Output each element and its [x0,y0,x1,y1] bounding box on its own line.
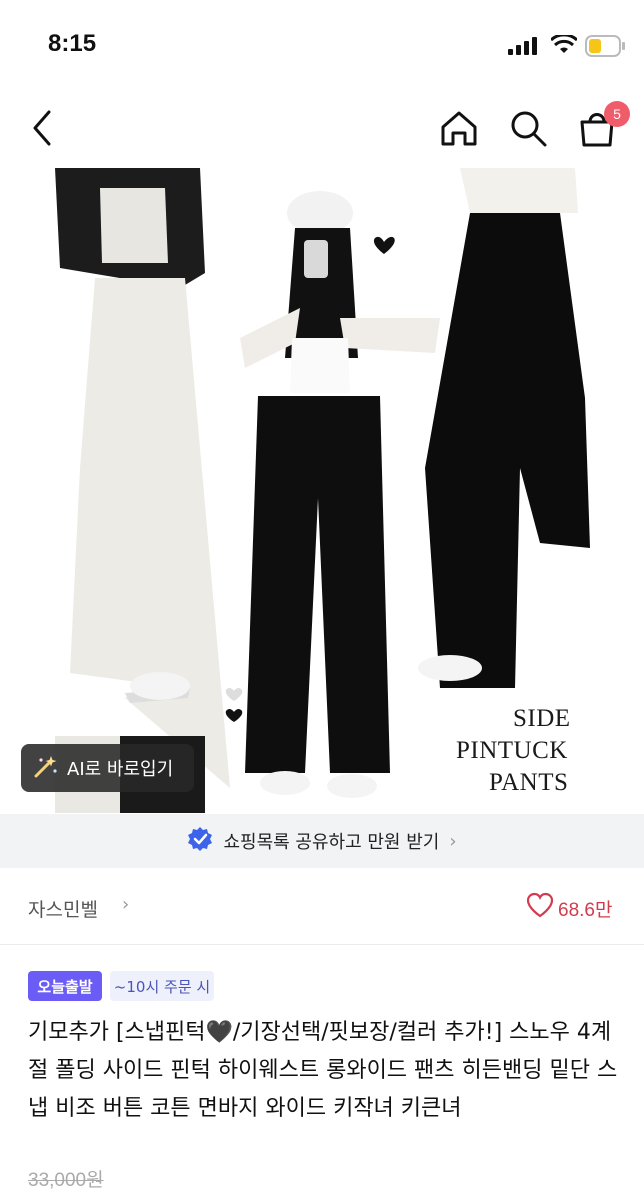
overlay-text-side: SIDE [513,705,571,732]
cart-count-badge: 5 [604,101,630,127]
back-icon[interactable] [24,106,60,150]
product-image[interactable]: SIDE PINTUCK PANTS [0,168,644,813]
status-time: 8:15 [48,30,97,57]
share-banner-label: 쇼핑목록 공유하고 만원 받기 [223,832,440,853]
wifi-icon [549,33,579,59]
chevron-right-icon: › [122,894,130,915]
product-title: 기모추가 [스냅핀턱🖤/기장선택/핏보장/컬러 추가!] 스노우 4계절 폴딩 … [28,1020,618,1121]
order-cutoff-badge: ~10시 주문 시 [110,971,214,1001]
search-icon[interactable] [506,106,550,150]
overlay-text-pants: PANTS [489,769,569,796]
magic-wand-icon [33,754,59,783]
same-day-shipping-badge: 오늘출발 [28,971,102,1001]
status-bar [0,0,644,95]
like-count: 68.6만 [558,900,613,921]
heart-icon[interactable] [526,892,554,922]
verified-check-icon [187,826,213,857]
share-banner[interactable]: 쇼핑목록 공유하고 만원 받기 › [0,814,644,868]
original-price: 33,000원 [28,1170,104,1191]
chevron-right-icon: › [449,830,457,852]
overlay-text-pintuck: PINTUCK [456,737,568,764]
ai-try-on-button[interactable]: AI로 바로입기 [21,744,194,792]
seller-name-link[interactable]: 자스민벨 [28,895,98,922]
battery-icon [585,35,627,61]
home-icon[interactable] [437,108,481,148]
ai-try-on-label: AI로 바로입기 [67,759,174,780]
signal-icon [508,37,542,59]
